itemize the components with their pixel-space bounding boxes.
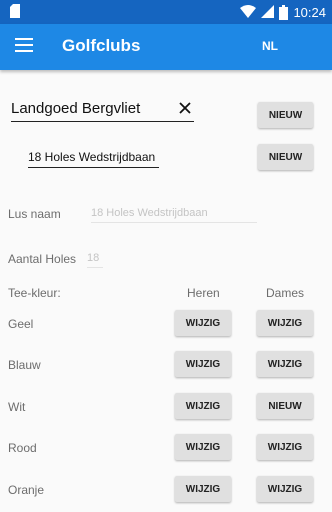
course-field[interactable]: 18 Holes Wedstrijdbaan — [28, 148, 159, 168]
aantal-holes-label: Aantal Holes — [8, 252, 77, 266]
close-icon[interactable] — [178, 101, 192, 115]
lus-naam-label: Lus naam — [8, 207, 61, 221]
sd-card-icon — [10, 4, 20, 18]
new-club-button[interactable]: NIEUW — [258, 102, 313, 128]
tee-color-label: Oranje — [8, 483, 45, 497]
signal-icon — [261, 5, 275, 18]
system-icons: 10:24 — [240, 3, 326, 21]
club-field[interactable]: Landgoed Bergvliet — [11, 98, 194, 122]
dames-new-button[interactable]: NIEUW — [257, 393, 313, 419]
heren-edit-button[interactable]: WIJZIG — [175, 476, 231, 502]
page-title: Golfclubs — [62, 36, 141, 55]
course-value: 18 Holes Wedstrijdbaan — [28, 150, 156, 164]
menu-icon[interactable] — [15, 38, 33, 52]
heren-header: Heren — [187, 286, 220, 300]
lus-naam-input[interactable]: 18 Holes Wedstrijdbaan — [91, 207, 257, 223]
heren-edit-button[interactable]: WIJZIG — [175, 393, 231, 419]
tee-color-label: Rood — [8, 441, 37, 455]
status-time: 10:24 — [293, 4, 326, 20]
new-course-button[interactable]: NIEUW — [258, 144, 313, 170]
club-value: Landgoed Bergvliet — [11, 100, 141, 117]
heren-edit-button[interactable]: WIJZIG — [175, 434, 231, 460]
heren-edit-button[interactable]: WIJZIG — [175, 351, 231, 377]
dames-edit-button[interactable]: WIJZIG — [257, 434, 313, 460]
status-bar: 10:24 — [0, 0, 332, 24]
battery-icon — [279, 4, 289, 20]
dames-header: Dames — [266, 286, 305, 300]
app-bar: Golfclubs NL — [0, 24, 332, 70]
dames-edit-button[interactable]: WIJZIG — [257, 310, 313, 336]
wifi-icon — [240, 5, 257, 18]
tee-color-label: Blauw — [8, 358, 41, 372]
tee-color-label: Geel — [8, 317, 34, 331]
aantal-holes-input[interactable]: 18 — [87, 252, 103, 268]
dames-edit-button[interactable]: WIJZIG — [257, 476, 313, 502]
heren-edit-button[interactable]: WIJZIG — [175, 310, 231, 336]
dames-edit-button[interactable]: WIJZIG — [257, 351, 313, 377]
tee-color-label: Wit — [8, 400, 26, 414]
tee-kleur-label: Tee-kleur: — [8, 286, 61, 300]
language-button[interactable]: NL — [262, 39, 278, 53]
